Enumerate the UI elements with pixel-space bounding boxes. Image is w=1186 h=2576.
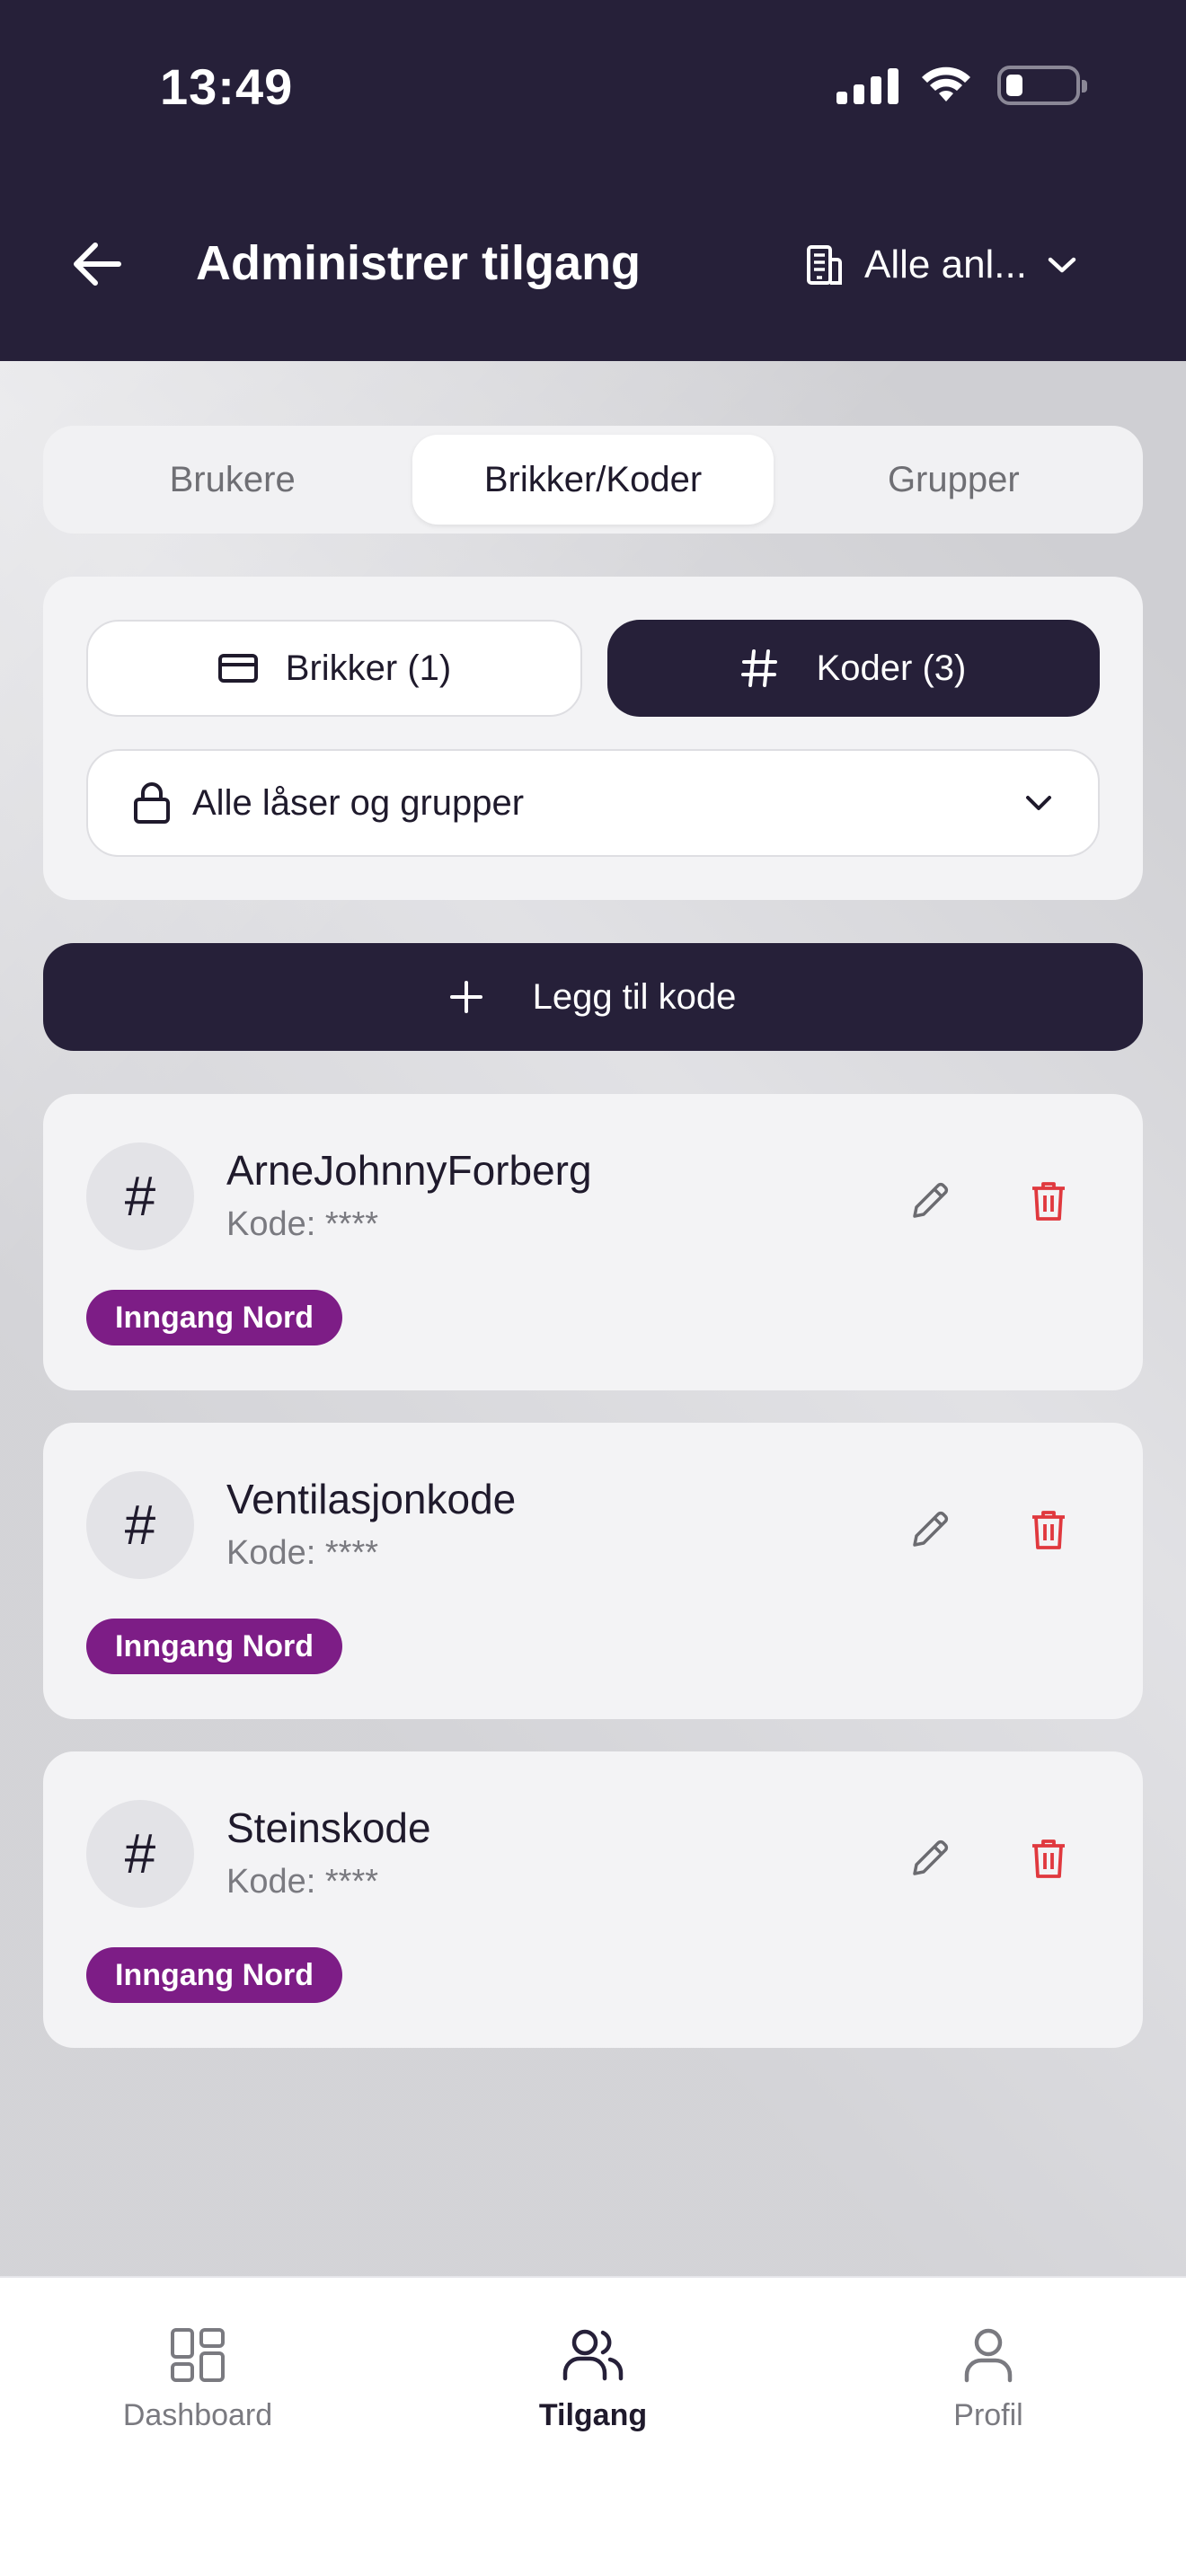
koder-toggle-label: Koder (3) xyxy=(816,648,967,688)
pencil-icon xyxy=(913,1182,949,1218)
trash-icon xyxy=(1032,1511,1065,1549)
hash-icon: # xyxy=(86,1471,194,1579)
lock-icon xyxy=(134,782,170,824)
pencil-icon xyxy=(913,1839,949,1875)
hash-icon xyxy=(740,649,777,687)
pencil-icon xyxy=(913,1511,949,1547)
code-value: Kode: **** xyxy=(226,1534,379,1572)
brikker-toggle-label: Brikker (1) xyxy=(285,648,452,688)
tab-brikker-koder[interactable]: Brikker/Koder xyxy=(412,435,774,525)
koder-toggle[interactable]: Koder (3) xyxy=(607,620,1100,717)
delete-button[interactable] xyxy=(1017,1827,1080,1890)
lock-tag-badge: Inngang Nord xyxy=(86,1290,342,1345)
code-name: Ventilasjonkode xyxy=(226,1476,517,1522)
tab-brukere[interactable]: Brukere xyxy=(52,435,412,525)
status-icons xyxy=(836,63,1087,108)
chevron-down-icon xyxy=(1048,257,1076,273)
building-icon xyxy=(807,245,842,285)
wifi-icon xyxy=(922,66,970,101)
code-card: # Steinskode Kode: **** Inngang Nord xyxy=(43,1751,1143,2048)
filter-card: Brikker (1) Koder (3) Alle låser og grup… xyxy=(43,577,1143,900)
users-icon xyxy=(562,2329,624,2381)
nav-tilgang[interactable]: Tilgang xyxy=(458,2326,728,2433)
lock-filter-label: Alle låser og grupper xyxy=(192,782,525,823)
trash-icon xyxy=(1032,1182,1065,1221)
nav-dashboard[interactable]: Dashboard xyxy=(63,2326,332,2433)
chevron-down-icon xyxy=(1026,796,1051,810)
back-button[interactable] xyxy=(65,232,129,296)
grid-icon xyxy=(171,2328,225,2382)
nav-profil-label: Profil xyxy=(953,2398,1023,2432)
nav-dashboard-label: Dashboard xyxy=(122,2398,273,2432)
edit-button[interactable] xyxy=(898,1827,961,1890)
app-header: 13:49 Administrer tilgang Alle anl... xyxy=(0,0,1186,361)
battery-icon xyxy=(997,66,1087,105)
lock-group-filter[interactable]: Alle låser og grupper xyxy=(86,749,1100,857)
edit-button[interactable] xyxy=(898,1169,961,1232)
add-code-button[interactable]: Legg til kode xyxy=(43,943,1143,1051)
hash-icon: # xyxy=(86,1800,194,1908)
lock-tag-badge: Inngang Nord xyxy=(86,1619,342,1674)
tab-grupper[interactable]: Grupper xyxy=(774,435,1134,525)
code-card: # Ventilasjonkode Kode: **** Inngang Nor… xyxy=(43,1423,1143,1719)
cellular-signal-icon xyxy=(836,66,898,104)
arrow-left-icon xyxy=(74,243,121,286)
code-value: Kode: **** xyxy=(226,1205,379,1243)
screen: 13:49 Administrer tilgang Alle anl... Br… xyxy=(0,0,1186,2576)
status-time: 13:49 xyxy=(160,58,294,115)
trash-icon xyxy=(1032,1839,1065,1878)
segmented-tabs: Brukere Brikker/Koder Grupper xyxy=(43,426,1143,534)
brikker-toggle[interactable]: Brikker (1) xyxy=(86,620,582,717)
nav-profil[interactable]: Profil xyxy=(854,2326,1123,2433)
site-selector[interactable]: Alle anl... xyxy=(803,235,1077,295)
hash-icon: # xyxy=(86,1142,194,1250)
plus-icon xyxy=(449,981,482,1013)
code-name: ArneJohnnyForberg xyxy=(226,1147,592,1194)
bottom-navigation: Dashboard Tilgang Profil xyxy=(0,2276,1186,2576)
person-icon xyxy=(964,2328,1013,2383)
page-title: Administrer tilgang xyxy=(196,236,642,290)
lock-tag-badge: Inngang Nord xyxy=(86,1947,342,2003)
edit-button[interactable] xyxy=(898,1498,961,1561)
code-card: # ArneJohnnyForberg Kode: **** Inngang N… xyxy=(43,1094,1143,1390)
delete-button[interactable] xyxy=(1017,1169,1080,1232)
site-selector-label: Alle anl... xyxy=(864,243,1027,287)
code-name: Steinskode xyxy=(226,1804,431,1851)
code-value: Kode: **** xyxy=(226,1863,379,1901)
nav-tilgang-label: Tilgang xyxy=(538,2398,648,2432)
delete-button[interactable] xyxy=(1017,1498,1080,1561)
card-icon xyxy=(217,654,258,683)
add-code-label: Legg til kode xyxy=(532,976,737,1017)
